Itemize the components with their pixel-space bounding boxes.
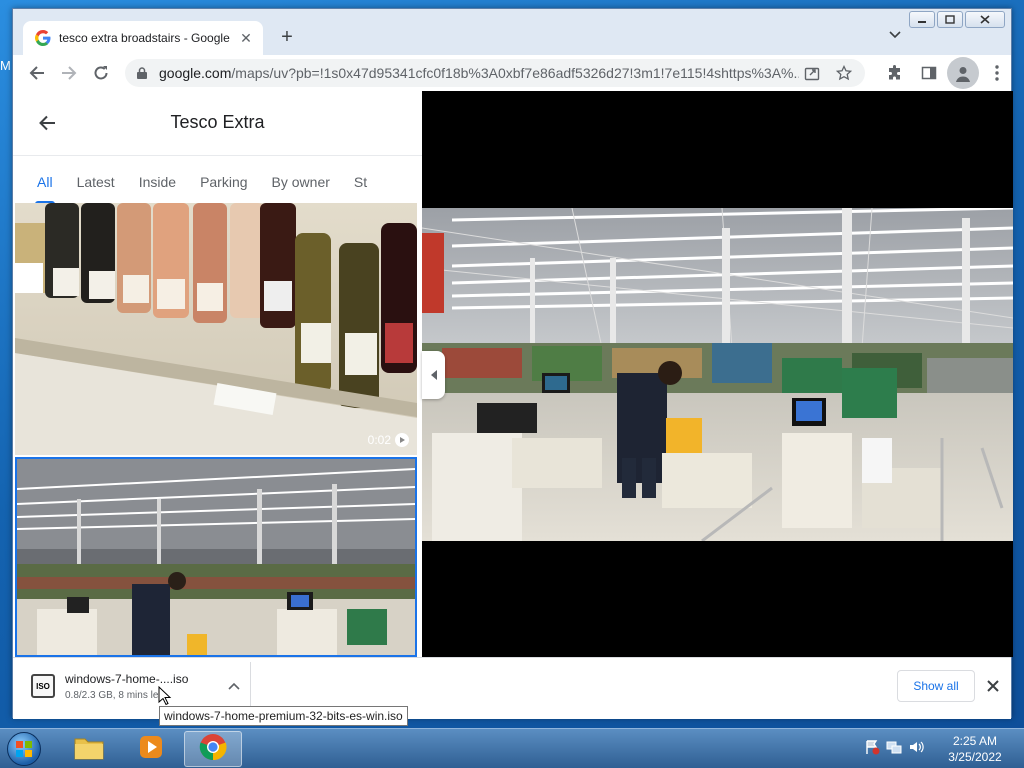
clock-time: 2:25 AM <box>952 734 998 748</box>
tab-parking[interactable]: Parking <box>188 156 259 204</box>
place-title: Tesco Extra <box>170 112 265 132</box>
play-icon <box>395 433 409 447</box>
desktop-icon-label: M <box>0 58 11 73</box>
browser-window: tesco extra broadstairs - Google ✕ + goo… <box>12 8 1013 719</box>
share-icon[interactable] <box>799 60 825 86</box>
browser-toolbar: google.com/maps/uv?pb=!1s0x47d95341cfc0f… <box>13 55 1011 91</box>
google-icon <box>35 30 51 46</box>
url-text[interactable]: google.com/maps/uv?pb=!1s0x47d95341cfc0f… <box>159 65 799 81</box>
close-tab-icon[interactable]: ✕ <box>237 29 255 47</box>
taskbar: 2:25 AM 3/25/2022 <box>0 728 1024 768</box>
tab-inside[interactable]: Inside <box>127 156 188 204</box>
forward-button[interactable] <box>53 57 85 89</box>
download-item[interactable]: ISO windows-7-home-....iso 0.8/2.3 GB, 8… <box>19 662 251 710</box>
profile-avatar-icon[interactable] <box>947 57 979 89</box>
media-player-taskbar-button[interactable] <box>122 731 180 767</box>
reload-button[interactable] <box>85 57 117 89</box>
photo-viewer[interactable] <box>422 91 1013 657</box>
photo-category-tabs: All Latest Inside Parking By owner St <box>13 155 422 204</box>
clock[interactable]: 2:25 AM 3/25/2022 <box>940 733 1010 765</box>
tab-by-owner[interactable]: By owner <box>260 156 342 204</box>
lock-icon[interactable] <box>133 67 151 79</box>
window-controls <box>909 11 1005 28</box>
chrome-taskbar-button[interactable] <box>184 731 242 767</box>
panel-header: Tesco Extra <box>13 91 422 155</box>
mouse-cursor-icon <box>158 685 172 711</box>
video-duration-text: 0:02 <box>367 433 391 447</box>
tab-street-view[interactable]: St <box>342 156 379 204</box>
page-content: Tesco Extra All Latest Inside Parking By… <box>13 91 1013 657</box>
maximize-button[interactable] <box>937 11 963 28</box>
tab-title: tesco extra broadstairs - Google <box>59 31 230 45</box>
url-path: /maps/uv?pb=!1s0x47d95341cfc0f18b%3A0xbf… <box>231 65 799 81</box>
collapse-panel-button[interactable] <box>422 351 445 399</box>
address-bar[interactable]: google.com/maps/uv?pb=!1s0x47d95341cfc0f… <box>125 59 865 87</box>
browser-tab[interactable]: tesco extra broadstairs - Google ✕ <box>23 21 263 55</box>
back-button[interactable] <box>21 57 53 89</box>
network-icon[interactable] <box>886 739 902 760</box>
download-tooltip: windows-7-home-premium-32-bits-es-win.is… <box>159 706 408 726</box>
url-host: google.com <box>159 65 232 81</box>
explorer-taskbar-button[interactable] <box>60 731 118 767</box>
action-center-flag-icon[interactable] <box>864 739 880 760</box>
video-thumbnail-wine[interactable]: 0:02 <box>15 203 417 455</box>
system-tray <box>864 739 924 760</box>
download-file-name: windows-7-home-....iso <box>65 671 189 686</box>
tab-search-chevron-icon[interactable] <box>885 25 905 45</box>
tab-latest[interactable]: Latest <box>65 156 127 204</box>
folder-icon <box>74 734 104 765</box>
media-player-icon <box>138 734 164 765</box>
video-duration: 0:02 <box>368 433 409 447</box>
new-tab-button[interactable]: + <box>275 25 299 49</box>
clock-date: 3/25/2022 <box>948 750 1002 764</box>
side-panel-icon[interactable] <box>913 57 945 89</box>
windows-logo-icon <box>7 732 41 766</box>
photo-thumbnail-checkout[interactable] <box>15 457 417 657</box>
main-photo <box>422 208 1013 541</box>
extensions-icon[interactable] <box>879 57 911 89</box>
tab-all[interactable]: All <box>25 156 65 204</box>
chevron-up-icon[interactable] <box>226 678 242 694</box>
bookmark-star-icon[interactable] <box>831 60 857 86</box>
photo-list-panel: Tesco Extra All Latest Inside Parking By… <box>13 91 422 657</box>
browser-menu-icon[interactable] <box>981 57 1013 89</box>
close-shelf-icon[interactable] <box>983 676 1003 696</box>
tab-strip: tesco extra broadstairs - Google ✕ + <box>13 9 1011 55</box>
minimize-button[interactable] <box>909 11 935 28</box>
show-all-button[interactable]: Show all <box>897 670 975 702</box>
volume-icon[interactable] <box>908 739 924 760</box>
chrome-icon <box>199 733 227 766</box>
close-window-button[interactable] <box>965 11 1005 28</box>
iso-file-icon: ISO <box>31 674 55 698</box>
start-button[interactable] <box>4 730 44 768</box>
